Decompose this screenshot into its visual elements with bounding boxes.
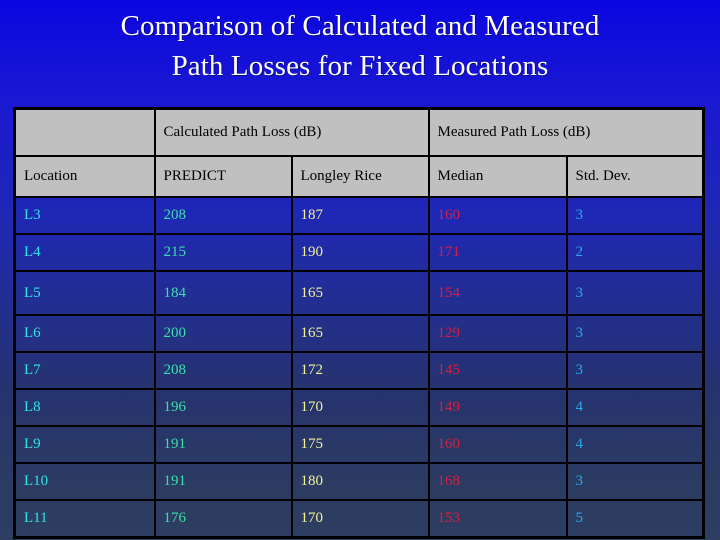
page-title-line-1: Comparison of Calculated and Measured [120, 10, 600, 42]
cell-longley-rice: 165 [290, 270, 430, 316]
table-row: L5 184 165 154 3 [13, 270, 705, 316]
table-row: L10 191 180 168 3 [13, 462, 705, 501]
cell-location: L6 [13, 314, 156, 353]
cell-predict: 191 [153, 462, 293, 501]
cell-longley-rice: 190 [290, 233, 430, 272]
cell-location: L4 [13, 233, 156, 272]
cell-longley-rice: 175 [290, 425, 430, 464]
cell-predict: 184 [153, 270, 293, 316]
cell-longley-rice: 170 [290, 388, 430, 427]
cell-median: 153 [427, 499, 568, 539]
slide-canvas: Comparison of Calculated and Measured Pa… [0, 0, 720, 540]
column-header-std-dev: Std. Dev. [565, 155, 705, 198]
path-loss-table-container: Calculated Path Loss (dB) Measured Path … [13, 107, 706, 539]
cell-std-dev: 3 [565, 196, 705, 235]
cell-predict: 176 [153, 499, 293, 539]
table-group-header-row: Calculated Path Loss (dB) Measured Path … [13, 107, 705, 157]
cell-predict: 200 [153, 314, 293, 353]
cell-longley-rice: 187 [290, 196, 430, 235]
table-header: Calculated Path Loss (dB) Measured Path … [13, 107, 705, 198]
cell-predict: 191 [153, 425, 293, 464]
cell-median: 145 [427, 351, 568, 390]
cell-std-dev: 3 [565, 270, 705, 316]
table-row: L6 200 165 129 3 [13, 314, 705, 353]
cell-location: L5 [13, 270, 156, 316]
cell-longley-rice: 172 [290, 351, 430, 390]
table-body: L3 208 187 160 3 L4 215 190 171 2 L5 184… [13, 196, 705, 539]
table-row: L7 208 172 145 3 [13, 351, 705, 390]
group-header-blank [13, 107, 156, 157]
cell-median: 160 [427, 196, 568, 235]
cell-predict: 208 [153, 196, 293, 235]
group-header-measured: Measured Path Loss (dB) [427, 107, 705, 157]
cell-location: L11 [13, 499, 156, 539]
column-header-predict: PREDICT [153, 155, 293, 198]
group-header-calculated: Calculated Path Loss (dB) [153, 107, 430, 157]
cell-std-dev: 3 [565, 351, 705, 390]
cell-std-dev: 2 [565, 233, 705, 272]
cell-predict: 208 [153, 351, 293, 390]
cell-longley-rice: 165 [290, 314, 430, 353]
cell-median: 160 [427, 425, 568, 464]
cell-predict: 215 [153, 233, 293, 272]
cell-longley-rice: 180 [290, 462, 430, 501]
cell-location: L7 [13, 351, 156, 390]
table-column-header-row: Location PREDICT Longley Rice Median Std… [13, 155, 705, 198]
table-row: L8 196 170 149 4 [13, 388, 705, 427]
table-row: L11 176 170 153 5 [13, 499, 705, 539]
cell-median: 149 [427, 388, 568, 427]
table-row: L9 191 175 160 4 [13, 425, 705, 464]
cell-median: 129 [427, 314, 568, 353]
cell-std-dev: 4 [565, 388, 705, 427]
cell-median: 168 [427, 462, 568, 501]
cell-median: 154 [427, 270, 568, 316]
page-title: Comparison of Calculated and Measured Pa… [0, 6, 720, 86]
page-title-line-2: Path Losses for Fixed Locations [171, 50, 549, 82]
cell-std-dev: 3 [565, 314, 705, 353]
cell-location: L9 [13, 425, 156, 464]
cell-location: L8 [13, 388, 156, 427]
table-row: L4 215 190 171 2 [13, 233, 705, 272]
cell-median: 171 [427, 233, 568, 272]
cell-std-dev: 4 [565, 425, 705, 464]
column-header-longley-rice: Longley Rice [290, 155, 430, 198]
cell-std-dev: 5 [565, 499, 705, 539]
cell-location: L10 [13, 462, 156, 501]
table-row: L3 208 187 160 3 [13, 196, 705, 235]
cell-longley-rice: 170 [290, 499, 430, 539]
cell-location: L3 [13, 196, 156, 235]
cell-std-dev: 3 [565, 462, 705, 501]
column-header-location: Location [13, 155, 156, 198]
cell-predict: 196 [153, 388, 293, 427]
column-header-median: Median [427, 155, 568, 198]
path-loss-table: Calculated Path Loss (dB) Measured Path … [13, 107, 706, 539]
